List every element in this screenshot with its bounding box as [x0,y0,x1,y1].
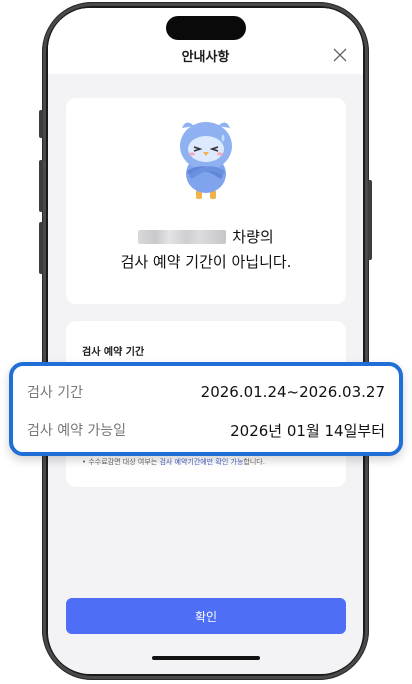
action-button [39,110,43,138]
period-note: • 수수료감면 대상 여부는 검사 예약기간에만 확인 가능합니다. [82,457,265,467]
period-note-prefix: • 수수료감면 대상 여부는 [82,458,160,466]
message-line-1: 차량의 [66,226,346,247]
volume-down-button [39,222,43,274]
confirm-button[interactable]: 확인 [66,598,346,634]
screen: 안내사항 차량의 검사 예약 기간이 아닙니다. 검사 예약 기간 • 수수료감… [48,8,363,674]
mascot-illustration [180,122,232,199]
zoom-callout: 검사 기간 2026.01.24~2026.03.27 검사 예약 가능일 20… [9,362,403,456]
message-line-2: 검사 예약 기간이 아닙니다. [120,253,292,271]
reservation-available-label: 검사 예약 가능일 [27,423,127,439]
volume-up-button [39,160,43,212]
inspection-period-value: 2026.01.24~2026.03.27 [200,383,385,401]
dynamic-island [166,16,246,40]
period-note-highlight: 검사 예약기간에만 확인 가능 [159,458,244,466]
reservation-available-value: 2026년 01월 14일부터 [230,421,385,440]
period-card-title: 검사 예약 기간 [82,347,145,358]
page-title: 안내사항 [181,50,230,65]
message-card: 차량의 검사 예약 기간이 아닙니다. [66,98,346,304]
blurred-plate-number [138,229,227,244]
home-indicator [152,656,260,660]
inspection-period-label: 검사 기간 [27,385,83,401]
inspection-period-row: 검사 기간 2026.01.24~2026.03.27 [13,378,399,406]
period-note-suffix: 합니다. [243,458,265,466]
reservation-available-row: 검사 예약 가능일 2026년 01월 14일부터 [13,416,399,444]
power-button [368,180,372,260]
close-icon[interactable] [333,48,347,62]
message-line-1-text: 차량의 [232,228,274,246]
